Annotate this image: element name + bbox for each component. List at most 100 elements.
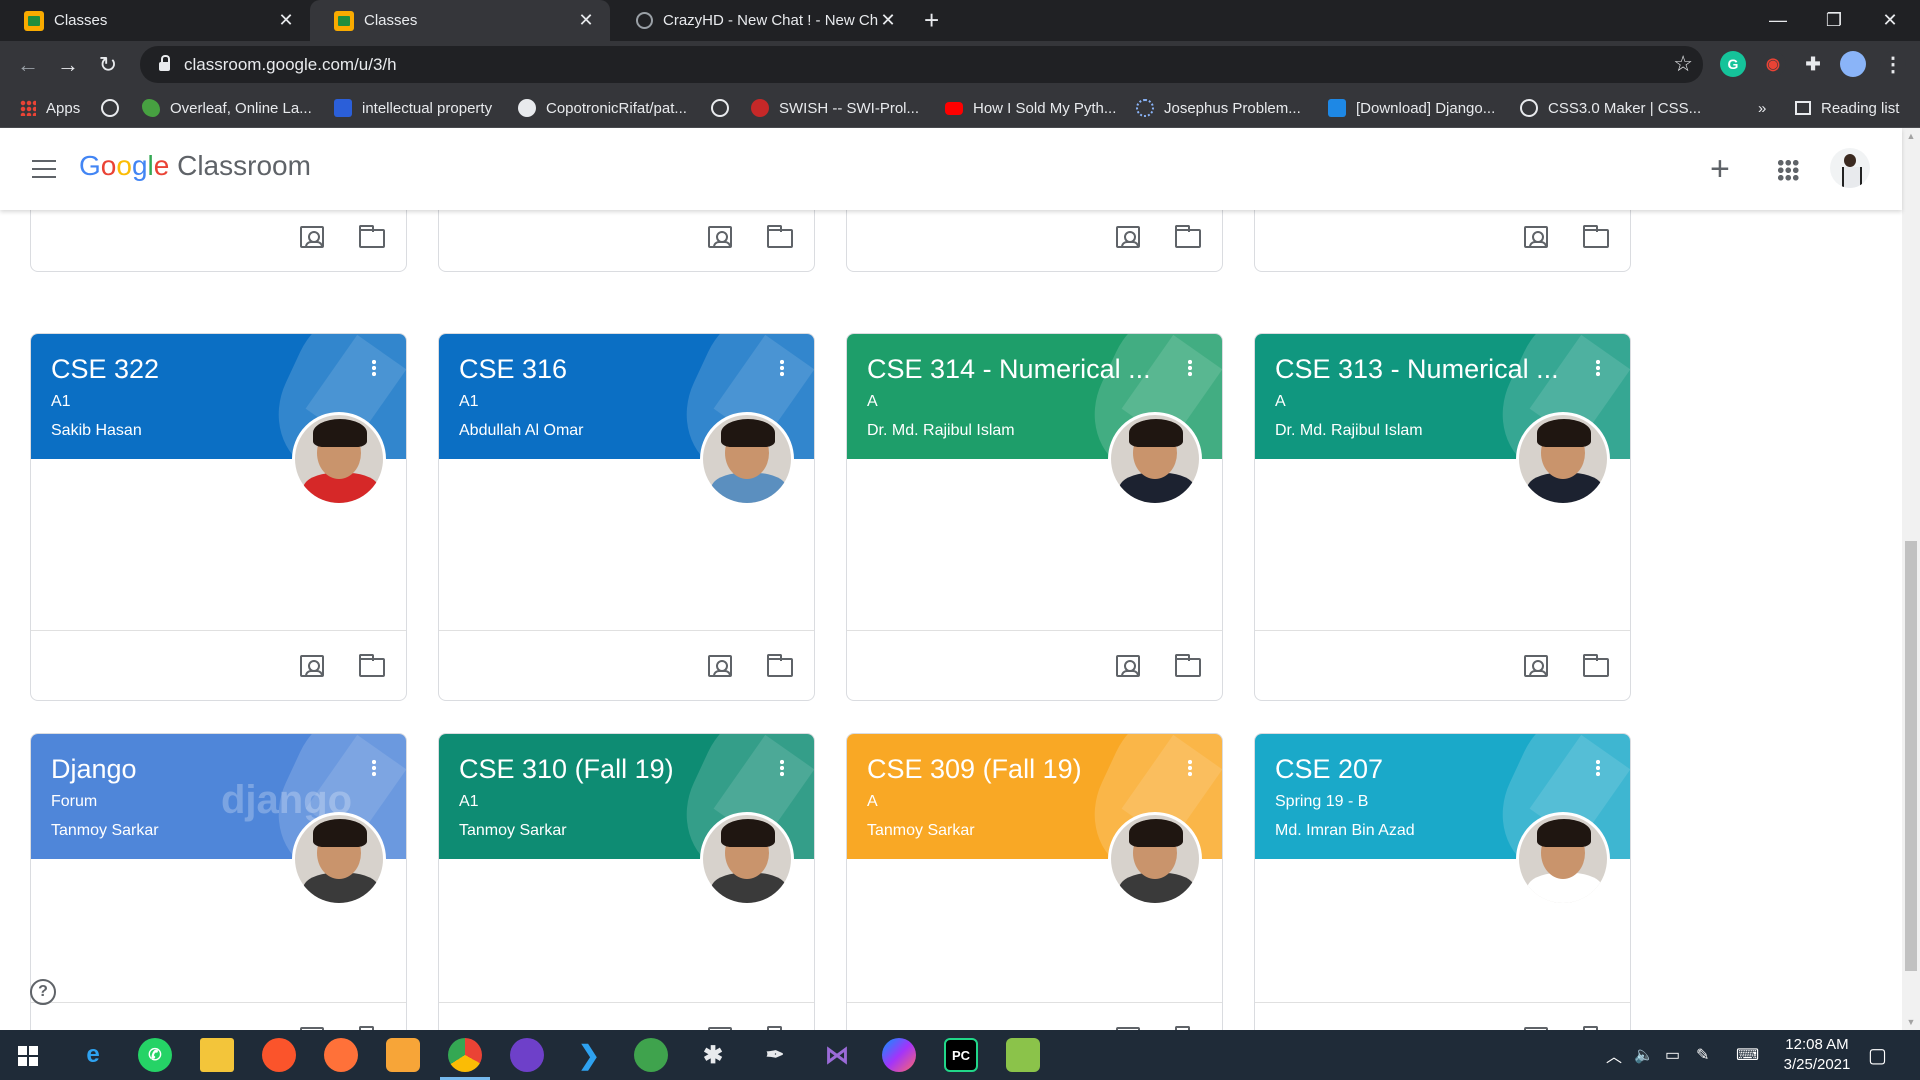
volume-icon[interactable]: 🔈 (1634, 1030, 1654, 1080)
class-card[interactable]: django Django Forum Tanmoy Sarkar (30, 733, 407, 1030)
class-card[interactable] (1254, 210, 1631, 272)
edge-icon[interactable]: e (76, 1038, 110, 1072)
your-work-icon[interactable] (300, 655, 324, 677)
close-tab-icon[interactable]: ✕ (276, 10, 296, 31)
class-card[interactable]: CSE 207 Spring 19 - B Md. Imran Bin Azad (1254, 733, 1631, 1030)
tab-classes-2[interactable]: Classes ✕ (310, 0, 610, 41)
google-classroom-logo[interactable]: Google Classroom (79, 150, 311, 182)
back-button[interactable]: ← (12, 49, 44, 81)
card-title[interactable]: CSE 322 (51, 354, 159, 385)
minimize-button[interactable]: — (1750, 0, 1806, 41)
new-tab-button[interactable]: + (924, 6, 939, 34)
class-drive-folder-icon[interactable] (359, 225, 385, 248)
extensions-puzzle-icon[interactable]: ✚ (1800, 51, 1826, 77)
class-drive-folder-icon[interactable] (1583, 225, 1609, 248)
bookmark-intellectual-property[interactable]: intellectual property (334, 88, 492, 128)
card-teacher[interactable]: Sakib Hasan (51, 422, 142, 440)
bookmark-star-icon[interactable]: ☆ (1673, 51, 1693, 77)
reload-button[interactable]: ↻ (92, 49, 124, 81)
vscode-icon[interactable]: ❯ (572, 1038, 606, 1072)
keyboard-icon[interactable]: ⌨ (1736, 1030, 1759, 1080)
tab-crazyhd[interactable]: CrazyHD - New Chat ! - New Cha ✕ (612, 0, 912, 41)
profile-avatar-icon[interactable] (1840, 51, 1866, 77)
inkscape-icon[interactable]: ✒ (758, 1038, 792, 1072)
restore-button[interactable]: ❐ (1806, 0, 1862, 41)
your-work-icon[interactable] (1524, 655, 1548, 677)
pen-icon[interactable]: ✎ (1696, 1030, 1709, 1080)
google-apps-icon[interactable] (1777, 159, 1799, 181)
account-avatar[interactable] (1830, 148, 1870, 188)
card-title[interactable]: CSE 207 (1275, 754, 1383, 785)
colorzilla-extension-icon[interactable]: ◉ (1760, 51, 1786, 77)
card-teacher[interactable]: Tanmoy Sarkar (459, 822, 567, 840)
browser-menu-icon[interactable]: ⋮ (1880, 51, 1906, 77)
card-options-icon[interactable] (1188, 759, 1192, 777)
class-card[interactable] (30, 210, 407, 272)
windows-start-icon[interactable] (18, 1046, 38, 1066)
bookmark-css3-maker[interactable]: CSS3.0 Maker | CSS... (1520, 88, 1701, 128)
forward-button[interactable]: → (52, 49, 84, 81)
main-menu-button[interactable] (32, 160, 56, 178)
fan-app-icon[interactable]: ✱ (696, 1038, 730, 1072)
bookmarks-overflow-button[interactable]: » (1758, 88, 1766, 128)
card-title[interactable]: CSE 313 - Numerical ... (1275, 354, 1559, 385)
your-work-icon[interactable] (708, 226, 732, 248)
scroll-down-arrow[interactable]: ▼ (1902, 1014, 1920, 1030)
pycharm-icon[interactable]: PC (944, 1038, 978, 1072)
bookmark-overleaf[interactable]: Overleaf, Online La... (142, 88, 312, 128)
class-card[interactable]: CSE 322 A1 Sakib Hasan (30, 333, 407, 701)
class-card[interactable]: CSE 310 (Fall 19) A1 Tanmoy Sarkar (438, 733, 815, 1030)
taskbar-clock[interactable]: 12:08 AM 3/25/2021 (1772, 1035, 1862, 1075)
class-card[interactable]: CSE 309 (Fall 19) A Tanmoy Sarkar (846, 733, 1223, 1030)
class-card[interactable]: CSE 314 - Numerical ... A Dr. Md. Rajibul … (846, 333, 1223, 701)
help-button[interactable]: ? (30, 979, 56, 1005)
firefox-icon[interactable] (324, 1038, 358, 1072)
bookmark-youtube[interactable]: How I Sold My Pyth... (945, 88, 1116, 128)
bookmark-swish[interactable]: SWISH -- SWI-Prol... (751, 88, 919, 128)
card-teacher[interactable]: Md. Imran Bin Azad (1275, 822, 1415, 840)
card-options-icon[interactable] (780, 359, 784, 377)
card-options-icon[interactable] (780, 759, 784, 777)
page-scrollbar[interactable]: ▲ ▼ (1902, 128, 1920, 1030)
card-teacher[interactable]: Dr. Md. Rajibul Islam (867, 422, 1015, 440)
card-options-icon[interactable] (372, 759, 376, 777)
class-drive-folder-icon[interactable] (767, 654, 793, 677)
your-work-icon[interactable] (300, 226, 324, 248)
notepad-plus-icon[interactable] (1006, 1038, 1040, 1072)
whatsapp-icon[interactable]: ✆ (138, 1038, 172, 1072)
messenger-icon[interactable] (882, 1038, 916, 1072)
scroll-up-arrow[interactable]: ▲ (1902, 128, 1920, 144)
bookmark-github[interactable]: CopotronicRifat/pat... (518, 88, 687, 128)
card-options-icon[interactable] (1596, 759, 1600, 777)
bookmark-django-download[interactable]: [Download] Django... (1328, 88, 1495, 128)
bookmark-globe-2[interactable] (711, 88, 739, 128)
class-drive-folder-icon[interactable] (1583, 654, 1609, 677)
card-teacher[interactable]: Abdullah Al Omar (459, 422, 584, 440)
close-tab-icon[interactable]: ✕ (576, 10, 596, 31)
brave-icon[interactable] (262, 1038, 296, 1072)
class-drive-folder-icon[interactable] (1175, 654, 1201, 677)
address-bar[interactable]: classroom.google.com/u/3/h ☆ (140, 46, 1703, 83)
network-icon[interactable]: ▭ (1665, 1030, 1680, 1080)
class-drive-folder-icon[interactable] (1175, 225, 1201, 248)
card-teacher[interactable]: Tanmoy Sarkar (51, 822, 159, 840)
create-join-class-button[interactable]: + (1710, 150, 1730, 189)
file-explorer-icon[interactable] (200, 1038, 234, 1072)
card-title[interactable]: CSE 309 (Fall 19) (867, 754, 1082, 785)
close-window-button[interactable]: ✕ (1862, 0, 1918, 41)
class-card[interactable]: CSE 316 A1 Abdullah Al Omar (438, 333, 815, 701)
photo-app-icon[interactable] (386, 1038, 420, 1072)
your-work-icon[interactable] (708, 655, 732, 677)
card-title[interactable]: CSE 316 (459, 354, 567, 385)
card-title[interactable]: Django (51, 754, 137, 785)
card-title[interactable]: CSE 310 (Fall 19) (459, 754, 674, 785)
class-drive-folder-icon[interactable] (359, 654, 385, 677)
card-options-icon[interactable] (372, 359, 376, 377)
bookmark-josephus[interactable]: Josephus Problem... (1136, 88, 1301, 128)
photo-viewer-icon[interactable] (634, 1038, 668, 1072)
show-hidden-icons-button[interactable]: ︿ (1606, 1030, 1622, 1080)
bookmark-apps[interactable]: Apps (20, 88, 80, 128)
your-work-icon[interactable] (1524, 226, 1548, 248)
close-tab-icon[interactable]: ✕ (878, 10, 898, 31)
class-card[interactable] (438, 210, 815, 272)
